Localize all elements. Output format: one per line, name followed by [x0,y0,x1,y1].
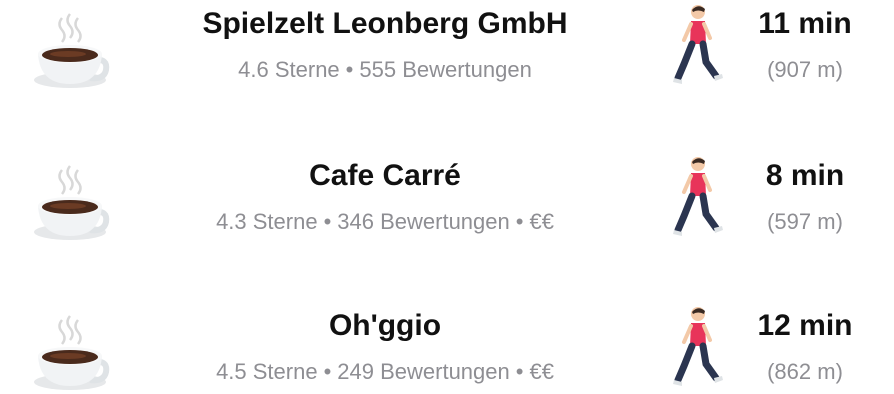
review-count: 249 Bewertungen [337,359,510,384]
place-meta: 4.3 Sterne • 346 Bewertungen • €€ [150,208,620,236]
separator-dot: • [323,209,332,234]
walking-person-icon [670,156,724,238]
hot-beverage-icon [28,310,112,394]
walk-distance: (907 m) [767,57,843,82]
place-meta: 4.6 Sterne • 555 Bewertungen [150,56,620,84]
list-item[interactable]: Cafe Carré 4.3 Sterne • 346 Bewertungen • €€… [0,134,894,244]
list-item[interactable]: Spielzelt Leonberg GmbH 4.6 Sterne • 555 B… [0,0,894,92]
walk-time: 8 min [765,159,845,192]
price-level: €€ [529,359,554,384]
separator-dot: • [515,209,524,234]
walking-person-icon [670,4,724,86]
walk-time: 11 min [758,7,852,40]
walk-distance: (862 m) [767,359,843,384]
rating-text: 4.6 Sterne [238,57,340,82]
separator-dot: • [345,57,354,82]
list-item[interactable]: Oh'ggio 4.5 Sterne • 249 Bewertungen • €€ 12… [0,284,894,394]
walk-time: 12 min [757,309,853,342]
price-level: €€ [529,209,554,234]
hot-beverage-icon [28,8,112,92]
place-name[interactable]: Spielzelt Leonberg GmbH [150,6,620,42]
separator-dot: • [515,359,524,384]
separator-dot: • [323,359,332,384]
places-list: Spielzelt Leonberg GmbH 4.6 Sterne • 555 B… [0,0,894,390]
place-name[interactable]: Oh'ggio [150,308,620,344]
review-count: 555 Bewertungen [359,57,532,82]
place-meta: 4.5 Sterne • 249 Bewertungen • €€ [150,358,620,386]
hot-beverage-icon [28,160,112,244]
walking-person-icon [670,306,724,388]
place-name[interactable]: Cafe Carré [150,158,620,194]
review-count: 346 Bewertungen [337,209,510,234]
rating-text: 4.5 Sterne [216,359,318,384]
rating-text: 4.3 Sterne [216,209,318,234]
walk-distance: (597 m) [767,209,843,234]
